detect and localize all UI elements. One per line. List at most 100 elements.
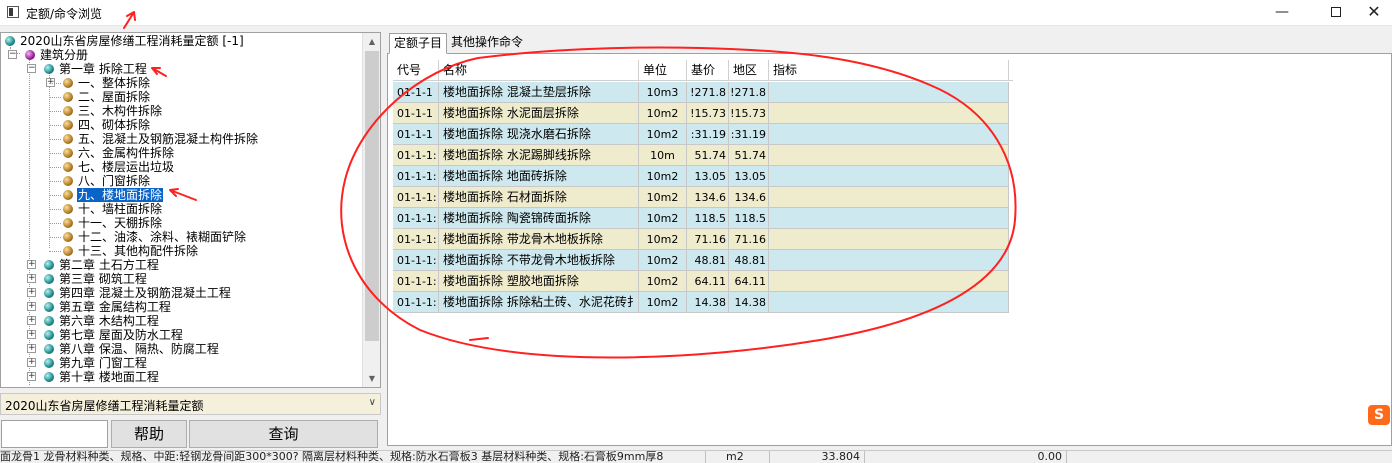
tree-node-subitem[interactable]: 一、整体拆除 [63, 76, 151, 90]
table-cell: 10m2 [639, 166, 687, 187]
minimize-button[interactable]: — [1260, 0, 1304, 26]
tree-node-subitem[interactable]: 三、木构件拆除 [63, 104, 163, 118]
column-header[interactable]: 指标 [769, 60, 1009, 81]
tree-node-chapter[interactable]: 第八章 保温、隔热、防腐工程 [44, 342, 220, 356]
column-header[interactable]: 地区 [729, 60, 769, 81]
tree-node-label: 十三、其他构配件拆除 [78, 244, 199, 258]
expand-icon[interactable]: + [27, 288, 36, 297]
table-cell: 71.16 [687, 229, 729, 250]
tree-node-chapter-1[interactable]: 第一章 拆除工程 [44, 62, 148, 76]
column-header[interactable]: 名称 [439, 60, 639, 81]
tree-node-subitem[interactable]: 十二、油漆、涂料、裱糊面铲除 [63, 230, 247, 244]
quota-grid-area: 代号 名称 单位 基价 地区 指标 01-1-1 楼地面拆除 混凝土垫层拆除 10m3 !271… [387, 54, 1392, 446]
status-description: 面龙骨1 龙骨材料种类、规格、中距:轻钢龙骨间距300*300? 隔离层材料种类… [0, 451, 706, 463]
table-row[interactable]: 01-1-1: 楼地面拆除 不带龙骨木地板拆除 10m2 48.81 48.81 [393, 250, 1009, 271]
collapse-icon[interactable]: − [27, 64, 36, 73]
chapter-ball-icon [44, 344, 54, 354]
tree-node-subitem[interactable]: 五、混凝土及钢筋混凝土构件拆除 [63, 132, 259, 146]
help-button[interactable]: 帮助 [111, 420, 187, 448]
table-row[interactable]: 01-1-1: 楼地面拆除 带龙骨木地板拆除 10m2 71.16 71.16 [393, 229, 1009, 250]
tree-node-label: 三、木构件拆除 [78, 104, 163, 118]
tree-scrollbar[interactable]: ▲ ▼ [362, 33, 380, 387]
table-row[interactable]: 01-1-1: 楼地面拆除 地面砖拆除 10m2 13.05 13.05 [393, 166, 1009, 187]
tree-node-label: 五、混凝土及钢筋混凝土构件拆除 [78, 132, 259, 146]
chevron-down-icon[interactable]: ∨ [369, 397, 376, 408]
item-ball-icon [63, 176, 73, 186]
scroll-down-icon[interactable]: ▼ [363, 370, 380, 387]
expand-icon[interactable]: + [27, 330, 36, 339]
quota-set-select[interactable]: 2020山东省房屋修缮工程消耗量定额 ∨ [0, 393, 381, 415]
tree-node-subitem[interactable]: 十三、其他构配件拆除 [63, 244, 199, 258]
tree-node-label: 八、门窗拆除 [78, 174, 151, 188]
table-cell: 14.38 [687, 292, 729, 313]
collapse-icon[interactable]: − [8, 50, 17, 59]
tree-node-subitem[interactable]: 十一、天棚拆除 [63, 216, 163, 230]
expand-icon[interactable]: + [27, 358, 36, 367]
column-header[interactable]: 基价 [687, 60, 729, 81]
tree-node-section[interactable]: 建筑分册 [25, 48, 89, 62]
query-button[interactable]: 查询 [189, 420, 378, 448]
tree-node-chapter[interactable]: 第五章 金属结构工程 [44, 300, 172, 314]
scroll-thumb[interactable] [365, 51, 379, 341]
table-row[interactable]: 01-1-1: 楼地面拆除 陶瓷锦砖面拆除 10m2 118.5 118.5 [393, 208, 1009, 229]
tab-quota-items[interactable]: 定额子目 [389, 33, 448, 54]
search-input[interactable] [1, 420, 108, 448]
column-header[interactable]: 单位 [639, 60, 687, 81]
table-cell: :31.19 [687, 124, 729, 145]
item-ball-icon [63, 246, 73, 256]
table-cell [769, 271, 1009, 292]
tree-node-subitem[interactable]: 四、砌体拆除 [63, 118, 151, 132]
title-bar: 定额/命令浏览 — ✕ [0, 0, 1392, 26]
tree-node-chapter[interactable]: 第六章 木结构工程 [44, 314, 160, 328]
table-cell: 71.16 [729, 229, 769, 250]
table-cell: 13.05 [729, 166, 769, 187]
table-row[interactable]: 01-1-1 楼地面拆除 水泥面层拆除 10m2 !15.73 !15.73 [393, 103, 1009, 124]
table-row[interactable]: 01-1-1 楼地面拆除 混凝土垫层拆除 10m3 !271.8 !271.8 [393, 82, 1009, 103]
scroll-up-icon[interactable]: ▲ [363, 33, 380, 50]
tree-node-subitem[interactable]: 二、屋面拆除 [63, 90, 151, 104]
table-row[interactable]: 01-1-1: 楼地面拆除 塑胶地面拆除 10m2 64.11 64.11 [393, 271, 1009, 292]
window: 定额/命令浏览 — ✕ 2020山东省房屋修缮工程消耗量定额 [-1] − 建筑… [0, 0, 1392, 463]
tree-node-chapter[interactable]: 第四章 混凝土及钢筋混凝土工程 [44, 286, 232, 300]
status-bar: 面龙骨1 龙骨材料种类、规格、中距:轻钢龙骨间距300*300? 隔离层材料种类… [0, 450, 1392, 463]
tree-node-chapter[interactable]: 第七章 屋面及防水工程 [44, 328, 184, 342]
table-cell: 51.74 [687, 145, 729, 166]
table-cell: 134.6 [687, 187, 729, 208]
tree-node-subitem[interactable]: 六、金属构件拆除 [63, 146, 175, 160]
table-row[interactable]: 01-1-1: 楼地面拆除 石材面拆除 10m2 134.6 134.6 [393, 187, 1009, 208]
table-cell: 10m3 [639, 82, 687, 103]
column-header[interactable]: 代号 [393, 60, 439, 81]
sogou-ime-icon[interactable]: S [1368, 405, 1390, 425]
expand-icon[interactable]: + [27, 344, 36, 353]
expand-icon[interactable]: + [27, 302, 36, 311]
table-row[interactable]: 01-1-1: 楼地面拆除 水泥踢脚线拆除 10m 51.74 51.74 [393, 145, 1009, 166]
expand-icon[interactable]: + [27, 316, 36, 325]
tree-node-chapter[interactable]: 第十章 楼地面工程 [44, 370, 160, 384]
tab-other-commands[interactable]: 其他操作命令 [447, 33, 527, 54]
close-button[interactable]: ✕ [1352, 0, 1392, 26]
expand-icon[interactable]: + [27, 372, 36, 381]
table-row[interactable]: 01-1-1: 楼地面拆除 拆除粘土砖、水泥花砖扌 10m2 14.38 14.38 [393, 292, 1009, 313]
tree-node-subitem[interactable]: 十、墙柱面拆除 [63, 202, 163, 216]
expand-icon[interactable]: + [27, 260, 36, 269]
expand-icon[interactable]: + [27, 274, 36, 283]
table-cell: !271.8 [687, 82, 729, 103]
table-cell: 51.74 [729, 145, 769, 166]
tree-node-subitem[interactable]: 八、门窗拆除 [63, 174, 151, 188]
chapter-ball-icon [44, 260, 54, 270]
table-row[interactable]: 01-1-1 楼地面拆除 现浇水磨石拆除 10m2:31.19:31.19 [393, 124, 1009, 145]
tree-node-chapter[interactable]: 第九章 门窗工程 [44, 356, 148, 370]
tree-node-chapter[interactable]: 第二章 土石方工程 [44, 258, 160, 272]
tree-node-root[interactable]: 2020山东省房屋修缮工程消耗量定额 [-1] [5, 34, 245, 48]
table-cell: 01-1-1: [393, 187, 439, 208]
table-cell [769, 82, 1009, 103]
tree-node-chapter[interactable]: 第三章 砌筑工程 [44, 272, 148, 286]
table-cell: 10m2 [639, 208, 687, 229]
tree-node-subitem[interactable]: 九、楼地面拆除 [63, 188, 164, 202]
table-cell: 01-1-1 [393, 82, 439, 103]
tree-node-label: 二、屋面拆除 [78, 90, 151, 104]
table-cell: 01-1-1: [393, 229, 439, 250]
tree-node-subitem[interactable]: 七、楼层运出垃圾 [63, 160, 175, 174]
item-ball-icon [63, 204, 73, 214]
table-cell: :31.19 [729, 124, 769, 145]
